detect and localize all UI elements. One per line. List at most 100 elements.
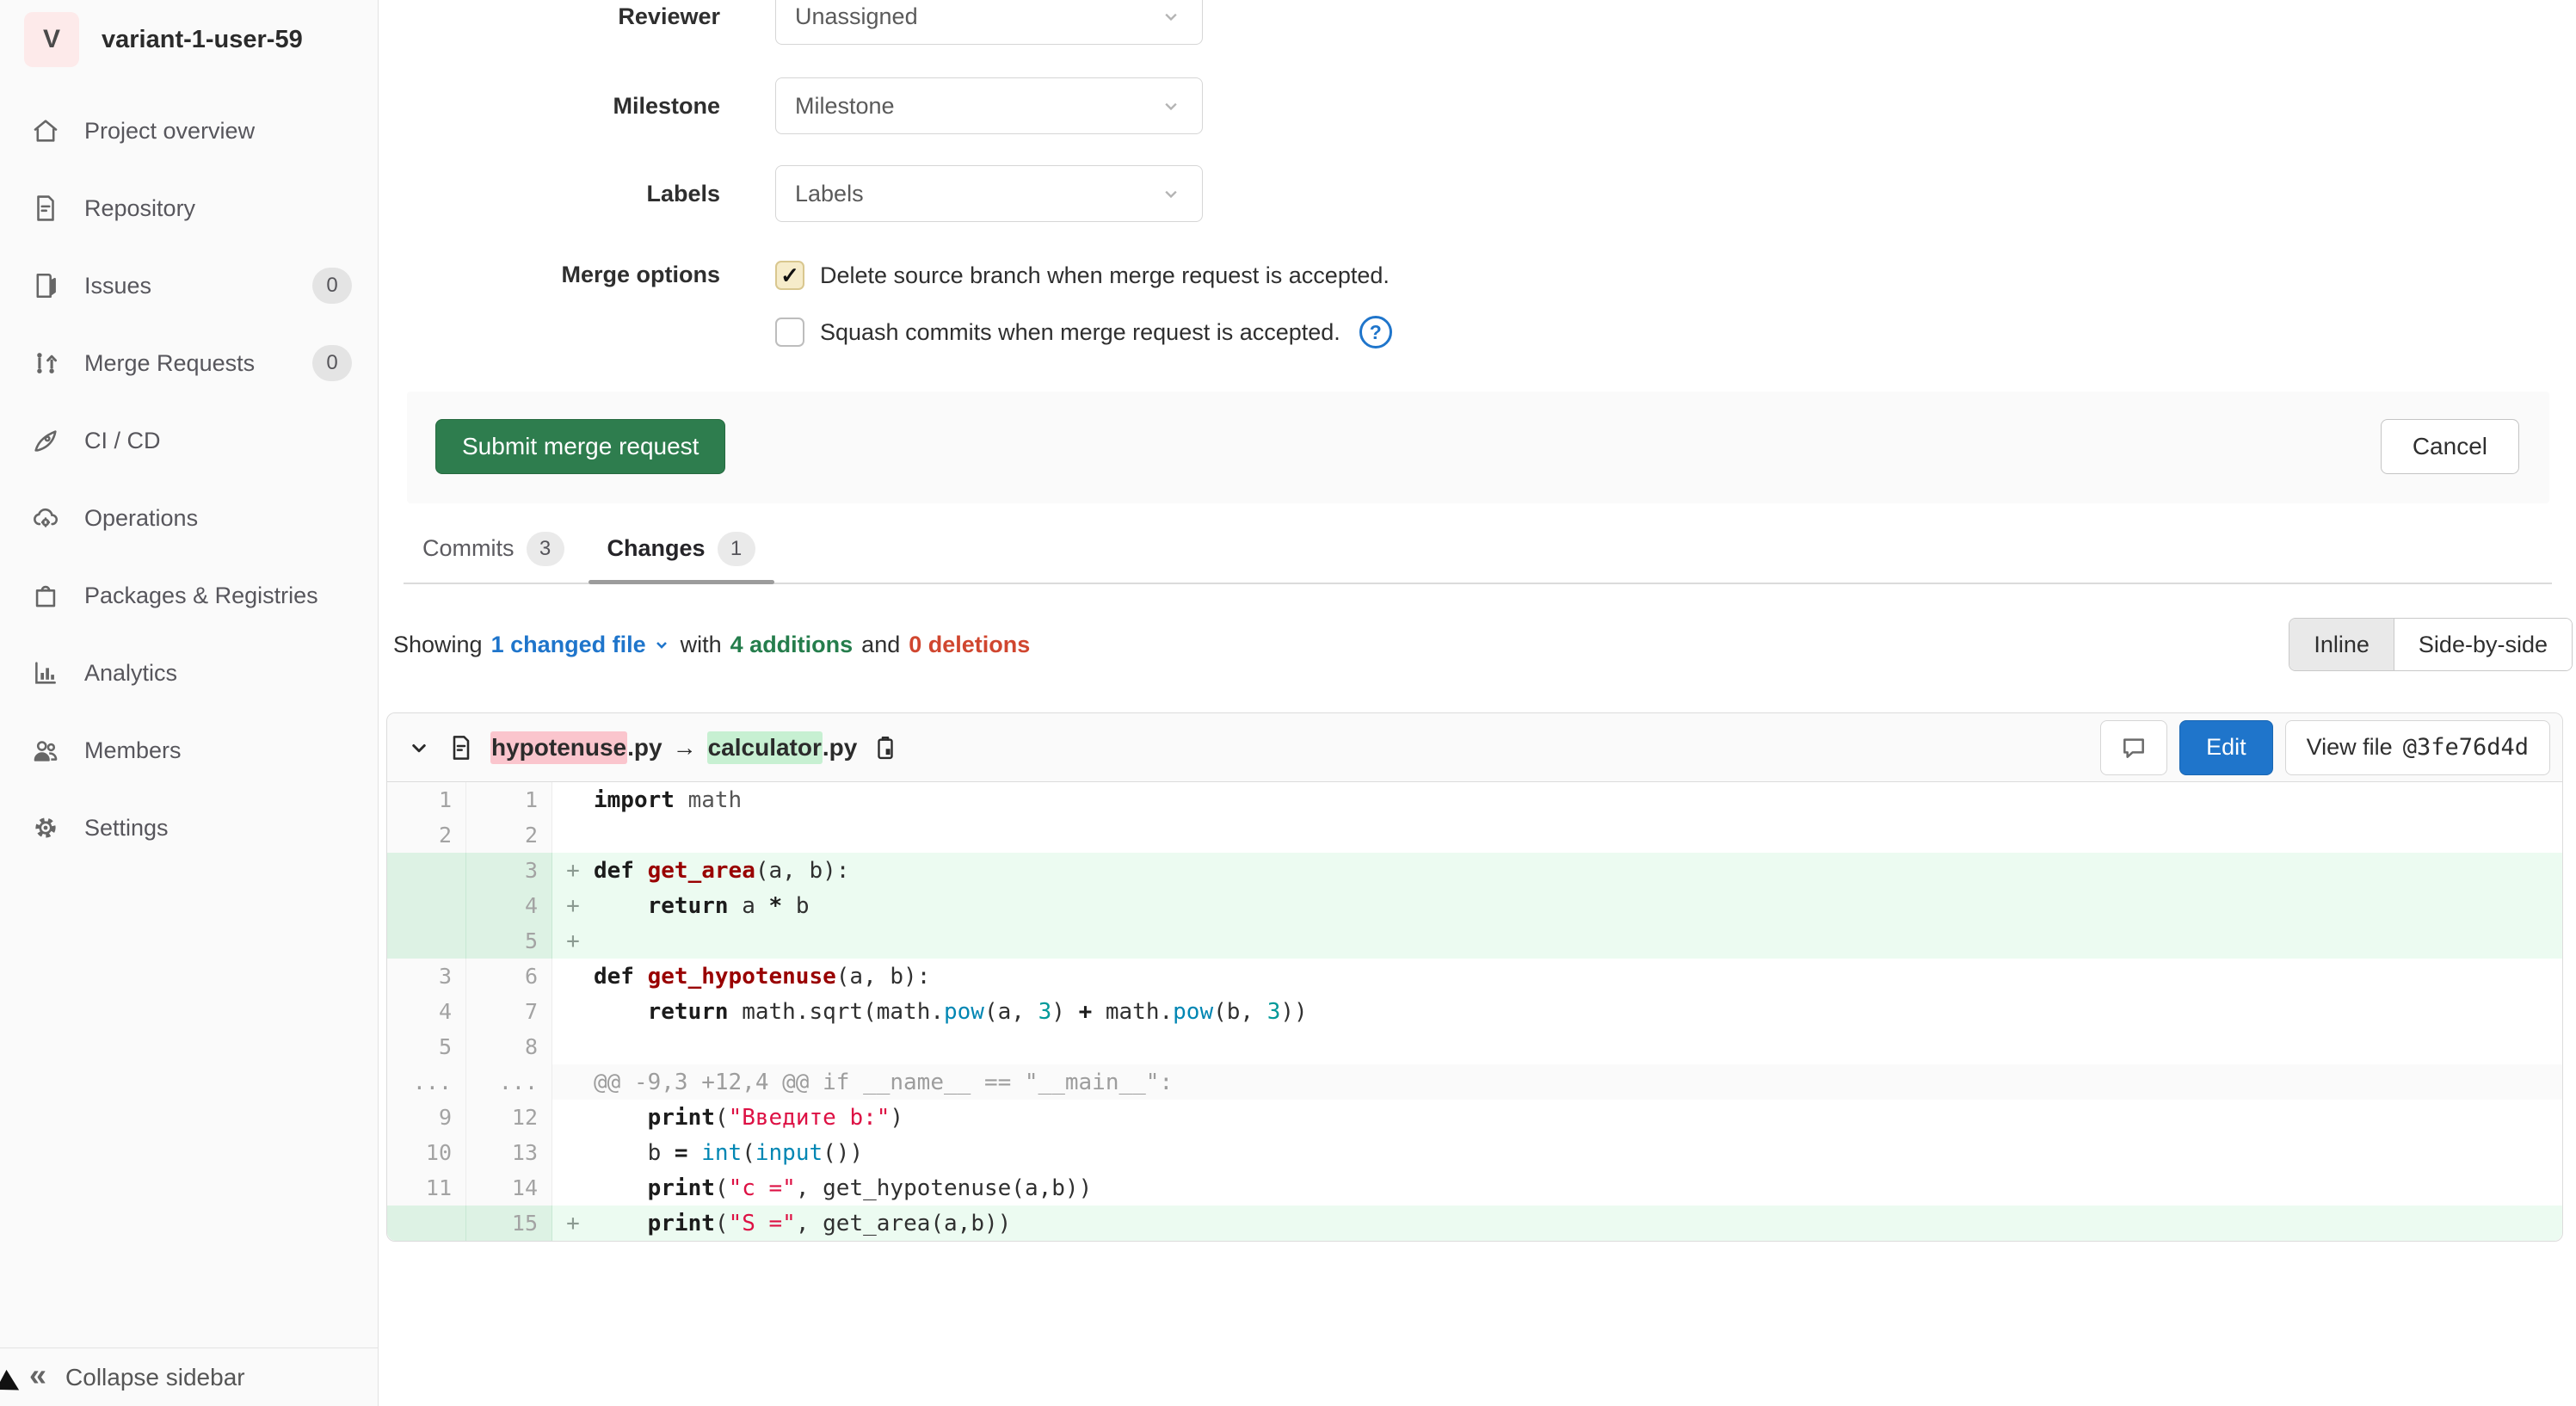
- new-line-number: ...: [466, 1064, 552, 1100]
- submit-merge-request-button[interactable]: Submit merge request: [435, 419, 725, 474]
- collapse-sidebar-button[interactable]: « Collapse sidebar: [0, 1347, 378, 1406]
- mr-tabs: Commits 3 Changes 1: [404, 515, 2552, 584]
- new-line-number[interactable]: 2: [466, 817, 552, 853]
- new-line-number[interactable]: 7: [466, 994, 552, 1029]
- old-line-number[interactable]: 10: [387, 1135, 466, 1170]
- collapse-diff-chevron-icon[interactable]: [406, 735, 432, 761]
- gear-icon: [31, 813, 60, 842]
- tab-commits[interactable]: Commits 3: [404, 515, 583, 583]
- sidebar-item-project-overview[interactable]: Project overview: [0, 92, 378, 170]
- diff-context-line: 1114 print("c =", get_hypotenuse(a,b)): [387, 1170, 2562, 1206]
- sidebar-item-ci-cd[interactable]: CI / CD: [0, 402, 378, 479]
- inline-view-button[interactable]: Inline: [2289, 619, 2394, 670]
- rocket-icon: [31, 426, 60, 455]
- squash-commits-label: Squash commits when merge request is acc…: [820, 319, 1340, 346]
- diff-context-line: 58: [387, 1029, 2562, 1064]
- sidebar-item-issues[interactable]: Issues0: [0, 247, 378, 324]
- milestone-dropdown[interactable]: Milestone: [775, 77, 1203, 134]
- add-comment-button[interactable]: [2100, 720, 2167, 775]
- count-badge: 0: [312, 345, 352, 381]
- tab-label: Changes: [607, 535, 706, 562]
- sidebar-item-label: Merge Requests: [84, 350, 255, 377]
- old-line-number[interactable]: 9: [387, 1100, 466, 1135]
- sidebar-item-packages-registries[interactable]: Packages & Registries: [0, 557, 378, 634]
- cancel-button[interactable]: Cancel: [2381, 419, 2519, 474]
- old-line-number[interactable]: 2: [387, 817, 466, 853]
- project-name: variant-1-user-59: [102, 26, 303, 54]
- new-line-number[interactable]: 6: [466, 959, 552, 994]
- tab-changes[interactable]: Changes 1: [589, 515, 774, 583]
- new-line-number[interactable]: 15: [466, 1206, 552, 1241]
- diff-file-header: hypotenuse.py → calculator.py Edit View …: [387, 713, 2562, 782]
- old-line-number[interactable]: 1: [387, 782, 466, 817]
- old-line-number[interactable]: [387, 853, 466, 888]
- deletions-count: 0 deletions: [909, 632, 1030, 658]
- merge-request-icon: [31, 348, 60, 378]
- with-text: with: [681, 632, 722, 658]
- tab-count-badge: 3: [527, 532, 564, 566]
- delete-source-branch-checkbox[interactable]: ✓: [775, 261, 804, 290]
- merge-options-label: Merge options: [379, 258, 775, 288]
- diff-sign: +: [552, 1211, 594, 1236]
- code-line: +: [552, 923, 2562, 959]
- diff-summary-row: Showing 1 changed file with 4 additions …: [393, 618, 2573, 671]
- sidebar-item-settings[interactable]: Settings: [0, 789, 378, 866]
- sidebar-item-operations[interactable]: Operations: [0, 479, 378, 557]
- reviewer-dropdown[interactable]: Unassigned: [775, 0, 1203, 45]
- old-line-number[interactable]: 5: [387, 1029, 466, 1064]
- edit-file-button[interactable]: Edit: [2179, 720, 2273, 775]
- project-home-link[interactable]: V variant-1-user-59: [24, 12, 364, 67]
- diff-added-line: 3+def get_area(a, b):: [387, 853, 2562, 888]
- new-line-number[interactable]: 8: [466, 1029, 552, 1064]
- file-rename-path[interactable]: hypotenuse.py → calculator.py: [490, 731, 857, 764]
- labels-row: Labels Labels: [379, 165, 2576, 222]
- old-line-number[interactable]: 3: [387, 959, 466, 994]
- labels-dropdown[interactable]: Labels: [775, 165, 1203, 222]
- labels-value: Labels: [795, 181, 1159, 207]
- new-line-number[interactable]: 1: [466, 782, 552, 817]
- sidebar-item-label: Operations: [84, 505, 198, 532]
- old-line-number[interactable]: [387, 923, 466, 959]
- diff-hunk-line: ......@@ -9,3 +12,4 @@ if __name__ == "_…: [387, 1064, 2562, 1100]
- new-line-number[interactable]: 5: [466, 923, 552, 959]
- new-line-number[interactable]: 14: [466, 1170, 552, 1206]
- changed-files-dropdown-link[interactable]: 1 changed file: [491, 632, 672, 658]
- new-line-number[interactable]: 4: [466, 888, 552, 923]
- reviewer-value: Unassigned: [795, 3, 1159, 30]
- showing-text: Showing: [393, 632, 483, 658]
- sidebar-item-analytics[interactable]: Analytics: [0, 634, 378, 712]
- diff-file-card: hypotenuse.py → calculator.py Edit View …: [386, 712, 2563, 1242]
- code-line: +def get_area(a, b):: [552, 853, 2562, 888]
- tab-count-badge: 1: [718, 532, 755, 566]
- sidebar-item-merge-requests[interactable]: Merge Requests 0: [0, 324, 378, 402]
- code-line: print("Введите b:"): [552, 1100, 2562, 1135]
- and-text: and: [861, 632, 900, 658]
- reviewer-row: Reviewer Unassigned: [379, 0, 2576, 45]
- sidebar-item-members[interactable]: Members: [0, 712, 378, 789]
- new-line-number[interactable]: 12: [466, 1100, 552, 1135]
- old-line-number[interactable]: [387, 1206, 466, 1241]
- sidebar-item-label: Analytics: [84, 660, 177, 687]
- old-line-number[interactable]: 11: [387, 1170, 466, 1206]
- labels-label: Labels: [379, 181, 775, 207]
- old-line-number[interactable]: 4: [387, 994, 466, 1029]
- sidebar-item-repository[interactable]: Repository: [0, 170, 378, 247]
- code-line: b = int(input()): [552, 1135, 2562, 1170]
- new-line-number[interactable]: 3: [466, 853, 552, 888]
- tab-label: Commits: [422, 535, 515, 562]
- view-file-button[interactable]: View file @3fe76d4d: [2285, 720, 2550, 775]
- side-by-side-view-button[interactable]: Side-by-side: [2394, 619, 2572, 670]
- old-line-number: ...: [387, 1064, 466, 1100]
- sidebar-nav: Project overviewRepositoryIssues0Merge R…: [0, 92, 378, 866]
- delete-source-branch-option: ✓ Delete source branch when merge reques…: [775, 258, 1392, 293]
- help-icon[interactable]: ?: [1359, 316, 1392, 348]
- diff-view-toggle: Inline Side-by-side: [2289, 618, 2573, 671]
- squash-commits-checkbox[interactable]: [775, 318, 804, 347]
- diff-context-line: 912 print("Введите b:"): [387, 1100, 2562, 1135]
- milestone-row: Milestone Milestone: [379, 77, 2576, 134]
- additions-count: 4 additions: [730, 632, 854, 658]
- copy-path-icon[interactable]: [872, 735, 898, 761]
- old-line-number[interactable]: [387, 888, 466, 923]
- new-line-number[interactable]: 13: [466, 1135, 552, 1170]
- diff-added-line: 5+: [387, 923, 2562, 959]
